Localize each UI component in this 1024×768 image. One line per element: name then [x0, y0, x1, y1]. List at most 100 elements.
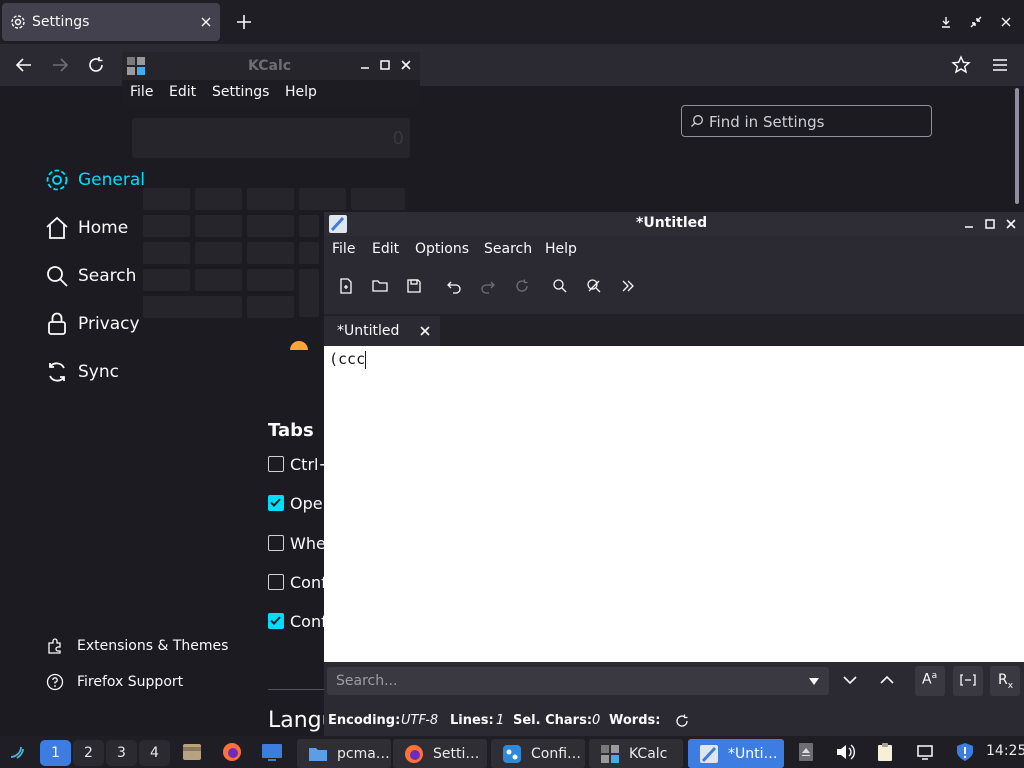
- checkbox-checked[interactable]: [268, 613, 284, 629]
- workspace-3[interactable]: 3: [106, 740, 137, 766]
- kcalc-key[interactable]: [143, 296, 242, 318]
- minimize-window-icon[interactable]: [940, 16, 952, 28]
- new-tab-icon[interactable]: [236, 14, 252, 30]
- editor-tab-untitled[interactable]: *Untitled: [324, 316, 440, 346]
- workspace-1[interactable]: 1: [40, 740, 71, 766]
- find-icon[interactable]: [552, 278, 570, 296]
- app-menu-icon[interactable]: [8, 743, 26, 761]
- checkbox[interactable]: [268, 574, 284, 590]
- workspace-4[interactable]: 4: [139, 740, 170, 766]
- menu-settings[interactable]: Settings: [212, 84, 269, 100]
- browser-tab-settings[interactable]: Settings: [2, 3, 220, 41]
- whole-word-button[interactable]: [953, 666, 983, 696]
- menu-edit[interactable]: Edit: [169, 84, 196, 100]
- menu-edit[interactable]: Edit: [372, 241, 399, 257]
- kcalc-key[interactable]: [247, 242, 294, 264]
- kcalc-key[interactable]: [299, 188, 346, 210]
- kcalc-key[interactable]: [195, 242, 242, 264]
- kcalc-key[interactable]: [143, 215, 190, 237]
- menu-file[interactable]: File: [332, 241, 355, 257]
- editor-statusbar: Encoding: UTF-8 Lines: 1 Sel. Chars: 0 W…: [324, 708, 1024, 736]
- kcalc-key[interactable]: [351, 188, 405, 210]
- reload-icon[interactable]: [514, 278, 532, 296]
- chevron-up-icon[interactable]: [880, 675, 894, 685]
- kcalc-key[interactable]: [247, 188, 294, 210]
- kcalc-key[interactable]: [195, 188, 242, 210]
- reload-icon[interactable]: [86, 55, 106, 75]
- eject-icon[interactable]: [797, 742, 815, 762]
- close-icon[interactable]: [401, 60, 411, 70]
- clock[interactable]: 14:25: [986, 743, 1024, 759]
- workspace-2[interactable]: 2: [73, 740, 104, 766]
- task-pcmanfm[interactable]: pcma…: [297, 739, 391, 768]
- menu-hamburger-icon[interactable]: [990, 55, 1010, 75]
- checkbox[interactable]: [268, 535, 284, 551]
- save-icon[interactable]: [406, 278, 424, 296]
- more-chevron-icon[interactable]: [620, 278, 638, 296]
- clipboard-icon[interactable]: [876, 742, 894, 762]
- kcalc-key[interactable]: [299, 215, 319, 237]
- close-tab-icon[interactable]: [420, 326, 430, 336]
- text-area[interactable]: (ccc: [324, 346, 1024, 662]
- regex-button[interactable]: Rx: [990, 666, 1020, 696]
- firefox-launcher-icon[interactable]: [221, 741, 243, 763]
- match-case-button[interactable]: Aa: [915, 666, 945, 696]
- menu-help[interactable]: Help: [545, 241, 577, 257]
- task-untitled-editor[interactable]: *Unti…: [688, 739, 784, 768]
- kcalc-key[interactable]: [299, 269, 319, 317]
- bookmark-star-icon[interactable]: [951, 55, 971, 75]
- close-tab-icon[interactable]: [200, 16, 212, 28]
- maximize-icon[interactable]: [985, 219, 995, 229]
- find-replace-icon[interactable]: [586, 278, 604, 296]
- update-shield-icon[interactable]: [955, 742, 975, 762]
- nav-item-sync[interactable]: Sync: [44, 357, 119, 387]
- dropdown-arrow-icon[interactable]: [809, 678, 819, 685]
- kcalc-key[interactable]: [247, 215, 294, 237]
- checkbox-checked[interactable]: [268, 495, 284, 511]
- undo-icon[interactable]: [446, 278, 464, 296]
- volume-icon[interactable]: [835, 743, 855, 761]
- editor-titlebar[interactable]: *Untitled: [324, 212, 1024, 236]
- kcalc-key[interactable]: [247, 296, 294, 318]
- settings-scrollbar[interactable]: [1015, 88, 1019, 204]
- forward-arrow-icon[interactable]: [50, 55, 70, 75]
- firefox-support-link[interactable]: Firefox Support: [46, 673, 183, 691]
- chevron-down-icon[interactable]: [843, 675, 857, 685]
- close-window-icon[interactable]: [1000, 16, 1012, 28]
- new-file-icon[interactable]: [338, 278, 356, 296]
- menu-options[interactable]: Options: [415, 241, 469, 257]
- back-arrow-icon[interactable]: [14, 55, 34, 75]
- minimize-icon[interactable]: [360, 60, 370, 70]
- kcalc-key[interactable]: [143, 188, 190, 210]
- menu-file[interactable]: File: [130, 84, 153, 100]
- kcalc-key[interactable]: [143, 242, 190, 264]
- maximize-icon[interactable]: [380, 60, 390, 70]
- menu-help[interactable]: Help: [285, 84, 317, 100]
- kcalc-key[interactable]: [247, 269, 294, 291]
- task-config[interactable]: Confi…: [491, 739, 585, 768]
- kcalc-key[interactable]: [195, 269, 242, 291]
- text-content: (ccc: [329, 350, 366, 368]
- close-icon[interactable]: [1006, 219, 1016, 229]
- kcalc-key[interactable]: [143, 269, 190, 291]
- open-folder-icon[interactable]: [372, 278, 390, 296]
- minimize-icon[interactable]: [964, 219, 974, 229]
- search-icon: [47, 266, 68, 287]
- kcalc-key[interactable]: [195, 215, 242, 237]
- checkbox[interactable]: [268, 456, 284, 472]
- refresh-icon[interactable]: [675, 714, 689, 728]
- notification-icon[interactable]: [916, 743, 934, 761]
- redo-icon[interactable]: [480, 278, 498, 296]
- nav-item-home[interactable]: Home: [44, 213, 128, 243]
- task-firefox-settings[interactable]: Setti…: [393, 739, 487, 768]
- kcalc-titlebar[interactable]: KCalc: [122, 52, 420, 80]
- restore-window-icon[interactable]: [970, 16, 982, 28]
- find-in-settings-input[interactable]: Find in Settings: [681, 105, 932, 137]
- desktop-launcher-icon[interactable]: [261, 741, 283, 763]
- search-combo[interactable]: Search...: [327, 667, 829, 695]
- kcalc-key[interactable]: [299, 242, 319, 264]
- menu-search[interactable]: Search: [484, 241, 532, 257]
- task-kcalc[interactable]: KCalc: [589, 739, 683, 768]
- extensions-themes-link[interactable]: Extensions & Themes: [46, 637, 228, 655]
- file-manager-launcher-icon[interactable]: [181, 741, 203, 763]
